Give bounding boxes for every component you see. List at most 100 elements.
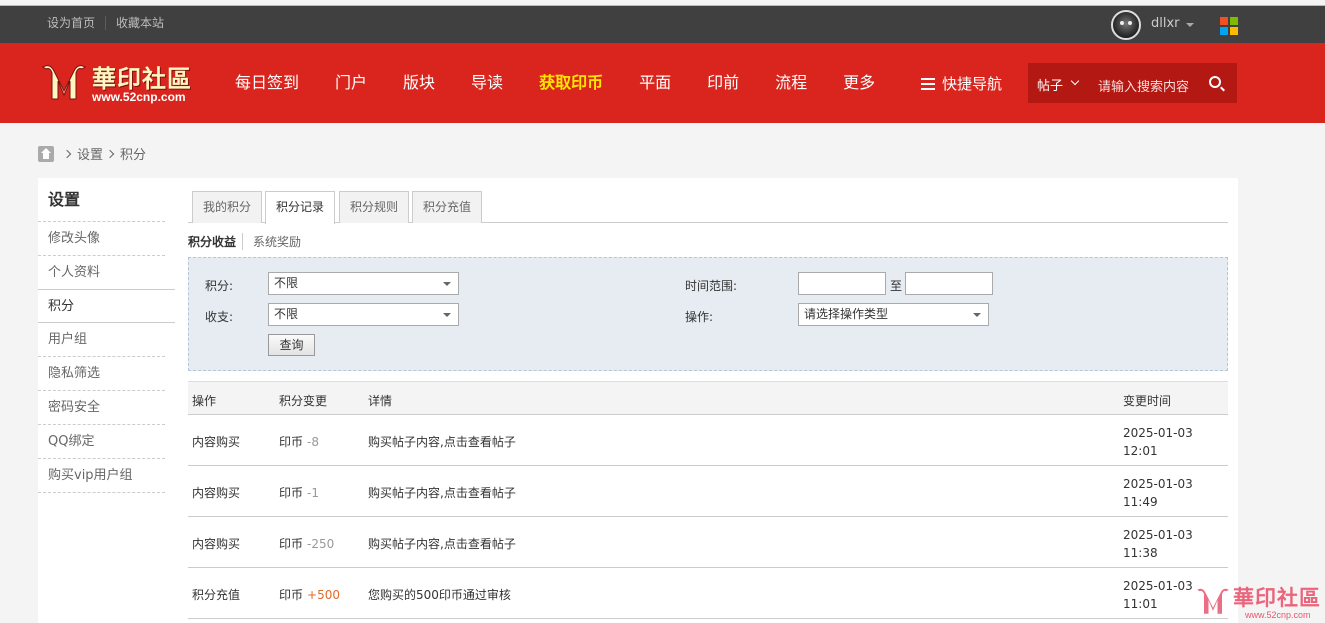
row-operation: 积分充值 — [192, 588, 241, 602]
to-label: 至 — [890, 279, 903, 293]
row-time: 2025-01-03 11:49 — [1123, 475, 1193, 511]
row-detail-link[interactable]: 购买帖子内容,点击查看帖子 — [368, 535, 516, 552]
settings-sidebar: 设置 修改头像 个人资料 积分 用户组 隐私筛选 密码安全 QQ绑定 购买vip… — [38, 178, 175, 493]
inout-label: 收支: — [205, 310, 234, 324]
logo-url: www.52cnp.com — [92, 90, 186, 104]
row-change-amount: -1 — [307, 486, 319, 500]
watermark: 華印社區 www.52cnp.com — [1195, 582, 1325, 623]
operation-select-value: 请选择操作类型 — [804, 307, 889, 321]
avatar[interactable] — [1111, 10, 1141, 40]
nav-item-forums[interactable]: 版块 — [385, 43, 453, 123]
nav-item-get-coins[interactable]: 获取印币 — [521, 43, 621, 123]
sidebar-item-privacy[interactable]: 隐私筛选 — [38, 357, 165, 391]
operation-label: 操作: — [685, 310, 714, 324]
nav-item-guide[interactable]: 导读 — [453, 43, 521, 123]
nav-item-daily-checkin[interactable]: 每日签到 — [217, 43, 317, 123]
nav-item-more[interactable]: 更多 — [825, 43, 893, 123]
logo-mark-icon — [42, 65, 86, 100]
start-date-input[interactable] — [798, 272, 886, 295]
search-input[interactable]: 请输入搜索内容 — [1098, 76, 1189, 95]
row-date: 2025-01-03 — [1123, 579, 1193, 593]
main-nav: 每日签到 门户 版块 导读 获取印币 平面 印前 流程 更多 — [217, 43, 893, 123]
chevron-right-icon — [105, 149, 115, 158]
row-currency: 印币 — [279, 435, 304, 449]
breadcrumb: 设置 积分 — [38, 144, 146, 163]
sidebar-item-profile[interactable]: 个人资料 — [38, 256, 165, 290]
breadcrumb-credits: 积分 — [120, 148, 147, 163]
sidebar-item-qq-bind[interactable]: QQ绑定 — [38, 425, 165, 459]
row-date: 2025-01-03 — [1123, 477, 1193, 491]
username[interactable]: dllxr — [1151, 16, 1180, 31]
query-button[interactable]: 查询 — [268, 334, 315, 356]
tab-my-credits[interactable]: 我的积分 — [192, 191, 263, 223]
quick-nav-button[interactable]: 快捷导航 — [921, 73, 1002, 94]
nav-item-prepress[interactable]: 印前 — [689, 43, 757, 123]
credit-select-value: 不限 — [274, 276, 299, 290]
site-header: 華印社區 www.52cnp.com 每日签到 门户 版块 导读 获取印币 平面… — [0, 43, 1325, 123]
main-panel: 设置 修改头像 个人资料 积分 用户组 隐私筛选 密码安全 QQ绑定 购买vip… — [38, 178, 1238, 623]
home-icon[interactable] — [38, 145, 54, 162]
user-menu-caret-icon[interactable] — [1186, 23, 1194, 27]
chevron-down-icon — [973, 313, 981, 317]
row-change-amount: -8 — [307, 435, 319, 449]
time-range-label: 时间范围: — [685, 279, 738, 293]
tab-credit-rules[interactable]: 积分规则 — [339, 191, 410, 223]
credit-log-table: 操作 积分变更 详情 变更时间 内容购买 印币 -8 购买帖子内容,点击查看帖子 … — [188, 381, 1228, 619]
row-credit-change: 印币 -8 — [279, 433, 319, 450]
nav-item-graphic[interactable]: 平面 — [621, 43, 689, 123]
logo-text: 華印社區 — [92, 64, 192, 93]
chevron-down-icon[interactable] — [1070, 76, 1080, 86]
nav-item-workflow[interactable]: 流程 — [757, 43, 825, 123]
watermark-url: www.52cnp.com — [1245, 610, 1311, 620]
row-credit-change: 印币 +500 — [279, 586, 340, 603]
row-clock: 11:49 — [1123, 495, 1158, 509]
end-date-input[interactable] — [905, 272, 993, 295]
sidebar-item-credits[interactable]: 积分 — [38, 289, 175, 323]
row-operation: 内容购买 — [192, 435, 241, 449]
search-type-select[interactable]: 帖子 — [1037, 75, 1063, 94]
col-detail: 详情 — [368, 394, 393, 408]
nav-item-portal[interactable]: 门户 — [317, 43, 385, 123]
list-icon — [921, 77, 935, 90]
sidebar-item-usergroup[interactable]: 用户组 — [38, 323, 165, 357]
operation-select[interactable]: 请选择操作类型 — [798, 303, 989, 326]
row-time: 2025-01-03 11:01 — [1123, 577, 1193, 613]
credit-tabs: 我的积分 积分记录 积分规则 积分充值 — [188, 191, 1228, 224]
sidebar-title: 设置 — [38, 178, 165, 222]
set-homepage-link[interactable]: 设为首页 — [47, 16, 107, 30]
credit-select[interactable]: 不限 — [268, 272, 459, 295]
tab-credit-log[interactable]: 积分记录 — [265, 191, 336, 224]
col-change-time: 变更时间 — [1123, 394, 1172, 408]
row-detail-link[interactable]: 购买帖子内容,点击查看帖子 — [368, 484, 516, 501]
table-header: 操作 积分变更 详情 变更时间 — [188, 381, 1228, 415]
bookmark-site-link[interactable]: 收藏本站 — [116, 16, 174, 30]
table-row: 内容购买 印币 -250 购买帖子内容,点击查看帖子 2025-01-03 11:3… — [188, 517, 1228, 568]
watermark-logo-icon — [1197, 588, 1229, 614]
row-operation: 内容购买 — [192, 537, 241, 551]
row-time: 2025-01-03 11:38 — [1123, 526, 1193, 562]
credit-label: 积分: — [205, 279, 234, 293]
chevron-down-icon — [443, 282, 451, 286]
sidebar-item-buy-vip[interactable]: 购买vip用户组 — [38, 459, 165, 493]
row-detail-link[interactable]: 购买帖子内容,点击查看帖子 — [368, 433, 516, 450]
subtab-credit-income[interactable]: 积分收益 — [188, 233, 244, 250]
row-date: 2025-01-03 — [1123, 528, 1193, 542]
site-logo[interactable]: 華印社區 www.52cnp.com — [40, 59, 205, 109]
row-time: 2025-01-03 12:01 — [1123, 424, 1193, 460]
row-clock: 12:01 — [1123, 444, 1158, 458]
search-icon[interactable] — [1209, 76, 1221, 88]
row-clock: 11:01 — [1123, 597, 1158, 611]
breadcrumb-settings[interactable]: 设置 — [77, 144, 103, 163]
subtab-system-reward[interactable]: 系统奖励 — [243, 233, 301, 250]
row-detail: 您购买的500印币通过审核 — [368, 588, 511, 602]
row-operation: 内容购买 — [192, 486, 241, 500]
row-currency: 印币 — [279, 537, 304, 551]
table-row: 内容购买 印币 -1 购买帖子内容,点击查看帖子 2025-01-03 11:49 — [188, 466, 1228, 517]
windows-icon[interactable] — [1220, 17, 1238, 35]
inout-select[interactable]: 不限 — [268, 303, 459, 326]
tab-credit-recharge[interactable]: 积分充值 — [412, 191, 483, 223]
row-credit-change: 印币 -1 — [279, 484, 319, 501]
sidebar-item-password[interactable]: 密码安全 — [38, 391, 165, 425]
sidebar-item-avatar[interactable]: 修改头像 — [38, 222, 165, 256]
quick-nav-label: 快捷导航 — [942, 75, 1003, 93]
